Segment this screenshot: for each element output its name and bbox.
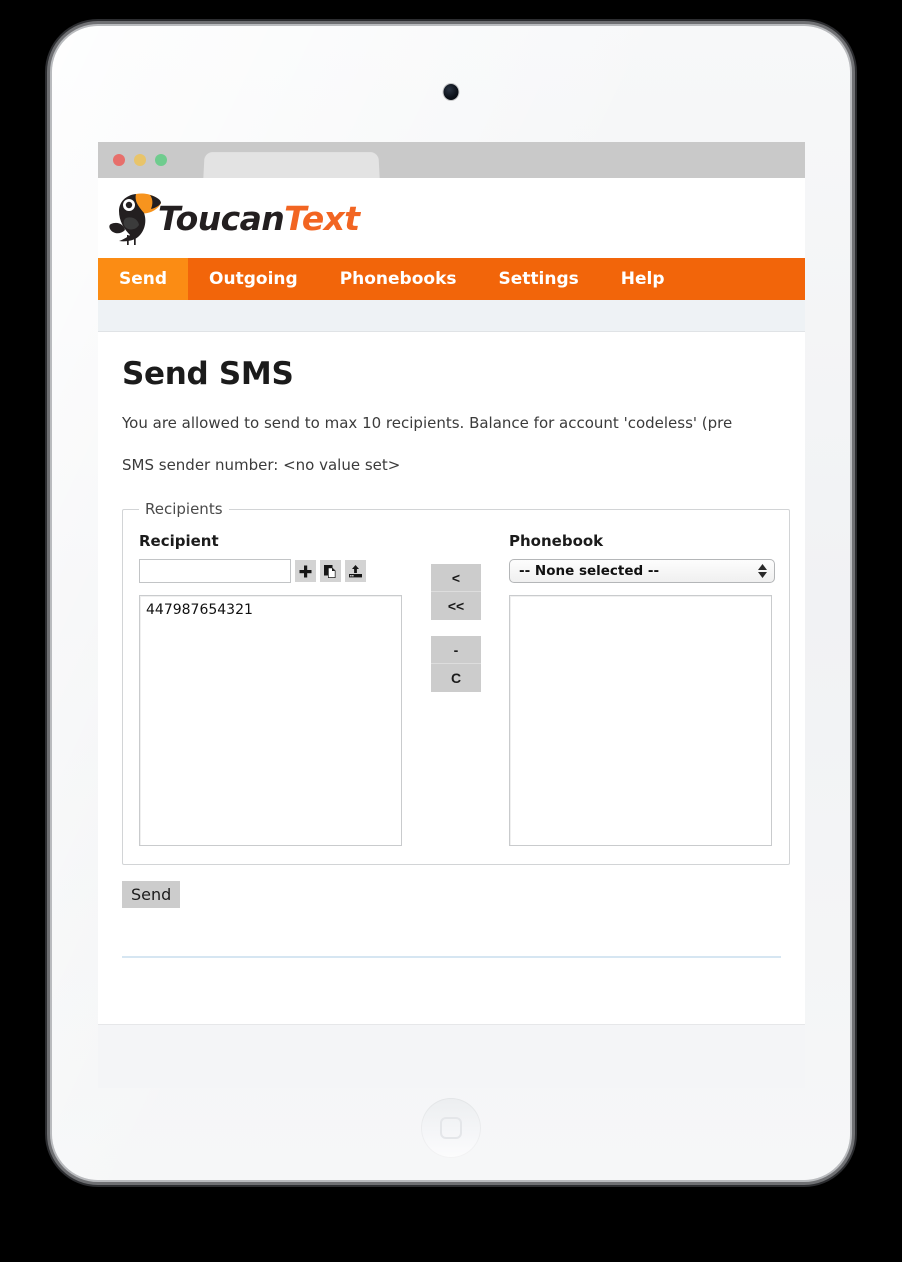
close-window-icon[interactable]: [113, 154, 125, 166]
main-content: Send SMS You are allowed to send to max …: [98, 332, 805, 1088]
browser-titlebar: [98, 142, 805, 179]
maximize-window-icon[interactable]: [155, 154, 167, 166]
recipients-legend: Recipients: [145, 500, 223, 518]
upload-icon: [349, 564, 362, 577]
footer-divider: [122, 956, 781, 958]
nav-item-send[interactable]: Send: [98, 258, 189, 300]
paste-recipients-button[interactable]: [320, 560, 341, 582]
recipients-grid: Recipient 447987654321 < << - C Phoneboo…: [139, 532, 775, 846]
recipient-input[interactable]: [139, 559, 291, 583]
minimize-window-icon[interactable]: [134, 154, 146, 166]
site-logo[interactable]: ToucanText: [106, 188, 360, 248]
list-item[interactable]: 447987654321: [146, 600, 395, 620]
browser-window: ToucanText Send Outgoing Phonebooks Sett…: [98, 142, 805, 1088]
move-one-left-button[interactable]: <: [431, 564, 481, 592]
remove-selected-button[interactable]: -: [431, 636, 481, 664]
page-title: Send SMS: [122, 356, 294, 392]
front-camera-icon: [443, 84, 459, 100]
clear-all-button[interactable]: C: [431, 664, 481, 692]
page-footer-area: [98, 1024, 805, 1088]
copy-pages-icon: [324, 564, 336, 578]
nav-item-phonebooks[interactable]: Phonebooks: [319, 258, 478, 300]
nav-item-settings[interactable]: Settings: [478, 258, 600, 300]
nav-spacer: [685, 258, 805, 300]
logo-wordmark: ToucanText: [158, 198, 360, 238]
plus-icon: [299, 565, 312, 577]
logo-word-primary: Toucan: [158, 198, 285, 238]
transfer-group-add: < <<: [431, 564, 481, 620]
sender-number-text: SMS sender number: <no value set>: [122, 456, 401, 474]
tablet-device-frame: ToucanText Send Outgoing Phonebooks Sett…: [52, 26, 850, 1180]
move-all-left-button[interactable]: <<: [431, 592, 481, 620]
phonebook-select[interactable]: -- None selected --: [509, 559, 775, 583]
browser-tab[interactable]: [203, 152, 380, 179]
recipient-listbox[interactable]: 447987654321: [139, 595, 402, 846]
home-square-icon: [440, 1117, 462, 1139]
upload-recipients-button[interactable]: [345, 560, 366, 582]
transfer-controls: < << - C: [403, 532, 509, 846]
main-navigation: Send Outgoing Phonebooks Settings Help: [98, 258, 805, 300]
home-button[interactable]: [421, 1098, 481, 1158]
nav-item-outgoing[interactable]: Outgoing: [188, 258, 319, 300]
window-controls: [113, 154, 167, 166]
add-recipient-button[interactable]: [295, 560, 316, 582]
transfer-group-remove: - C: [431, 636, 481, 692]
send-button[interactable]: Send: [122, 881, 181, 908]
sub-header-bar: [98, 300, 805, 332]
site-header: ToucanText: [98, 178, 805, 258]
recipient-entry-row: [139, 559, 403, 583]
phonebook-column: Phonebook -- None selected --: [509, 532, 775, 846]
recipient-column: Recipient 447987654321: [139, 532, 403, 846]
page-viewport: ToucanText Send Outgoing Phonebooks Sett…: [98, 178, 805, 1088]
balance-info-text: You are allowed to send to max 10 recipi…: [122, 414, 733, 432]
recipient-label: Recipient: [139, 532, 219, 550]
phonebook-listbox[interactable]: [509, 595, 772, 846]
phonebook-select-wrapper: -- None selected --: [509, 559, 775, 583]
logo-word-accent: Text: [284, 198, 360, 238]
phonebook-label: Phonebook: [509, 532, 604, 550]
nav-item-help[interactable]: Help: [600, 258, 686, 300]
toucan-bird-icon: [109, 193, 161, 245]
recipients-fieldset: Recipients Recipient 447987654321 < << -…: [122, 500, 790, 865]
